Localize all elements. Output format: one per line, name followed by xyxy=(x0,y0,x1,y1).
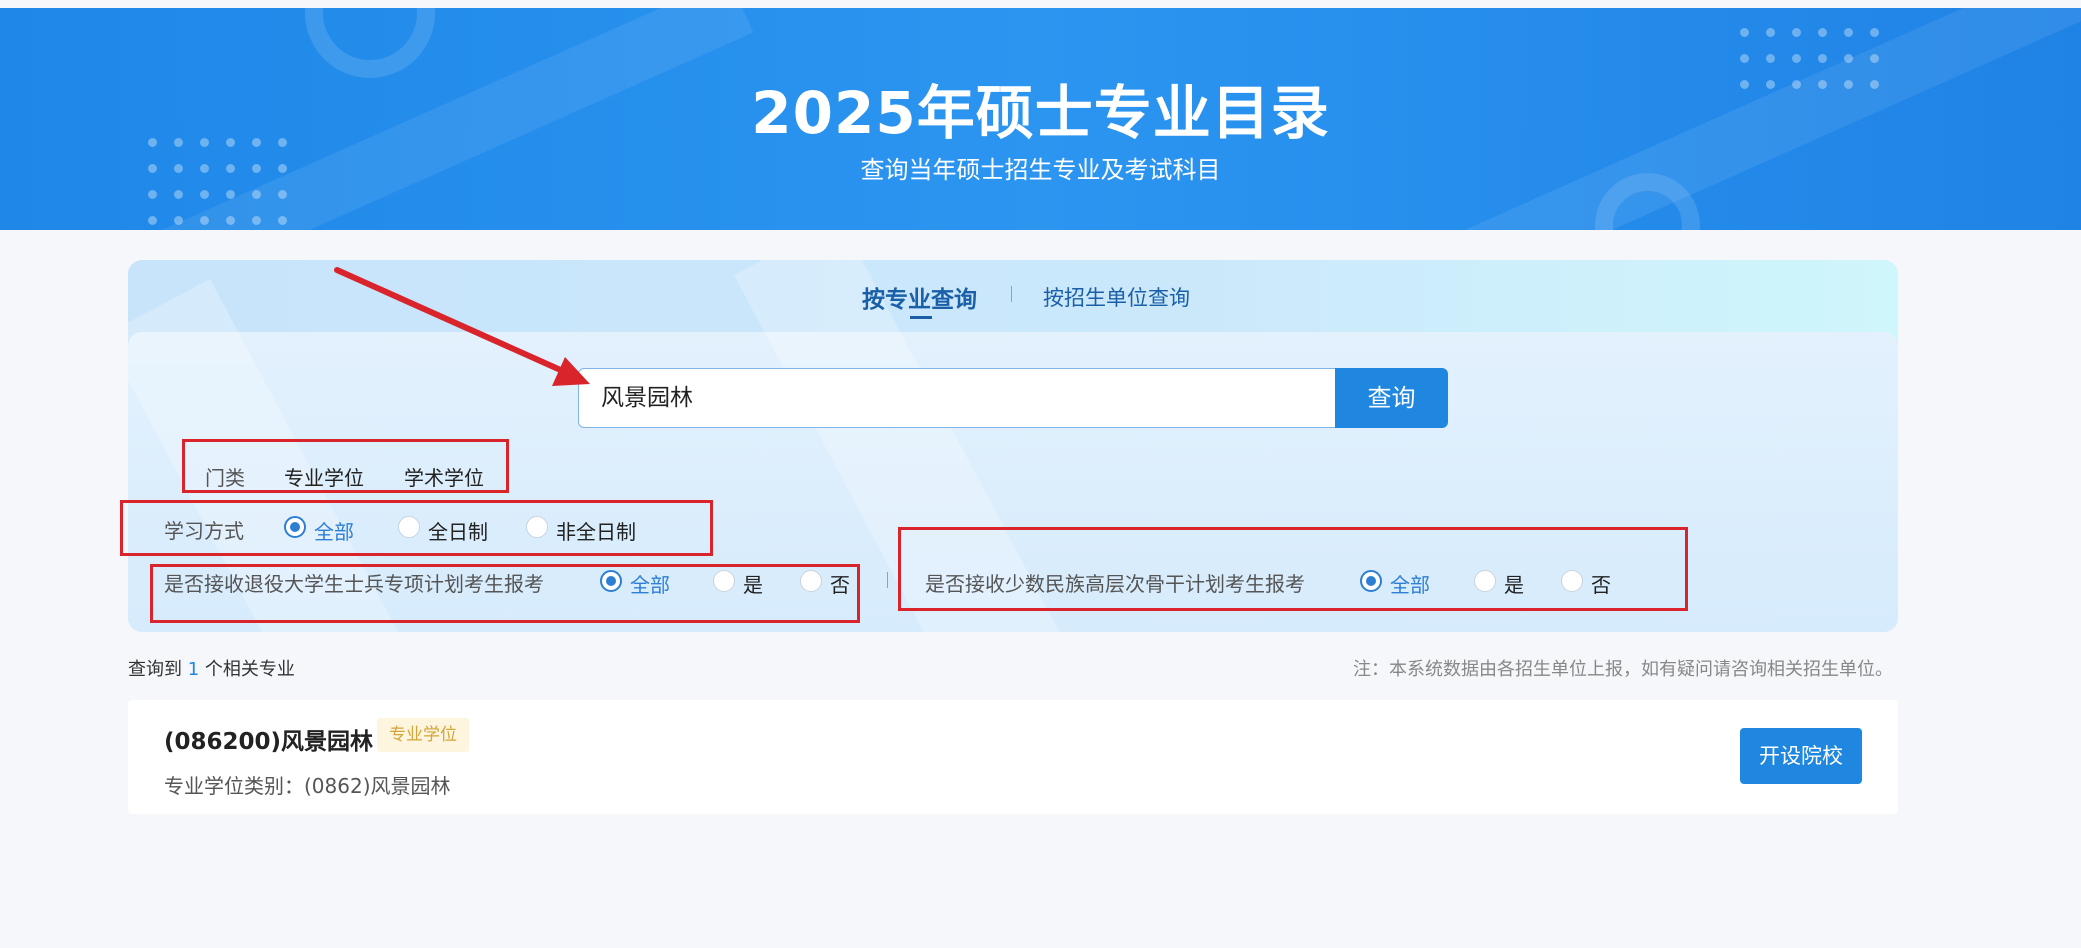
result-count: 查询到 1 个相关专业 xyxy=(128,655,295,681)
result-count-number: 1 xyxy=(187,659,200,680)
result-count-prefix: 查询到 xyxy=(128,659,182,680)
result-count-suffix: 个相关专业 xyxy=(204,659,295,680)
view-institutions-button[interactable]: 开设院校 xyxy=(1740,728,1862,784)
result-card: (086200)风景园林 专业学位 专业学位类别：(0862)风景园林 开设院校 xyxy=(128,700,1898,814)
degree-type-badge: 专业学位 xyxy=(377,718,469,752)
result-subtitle: 专业学位类别：(0862)风景园林 xyxy=(164,774,451,798)
result-title[interactable]: (086200)风景园林 xyxy=(164,722,373,756)
data-source-note: 注：本系统数据由各招生单位上报，如有疑问请咨询相关招生单位。 xyxy=(1353,659,1893,680)
